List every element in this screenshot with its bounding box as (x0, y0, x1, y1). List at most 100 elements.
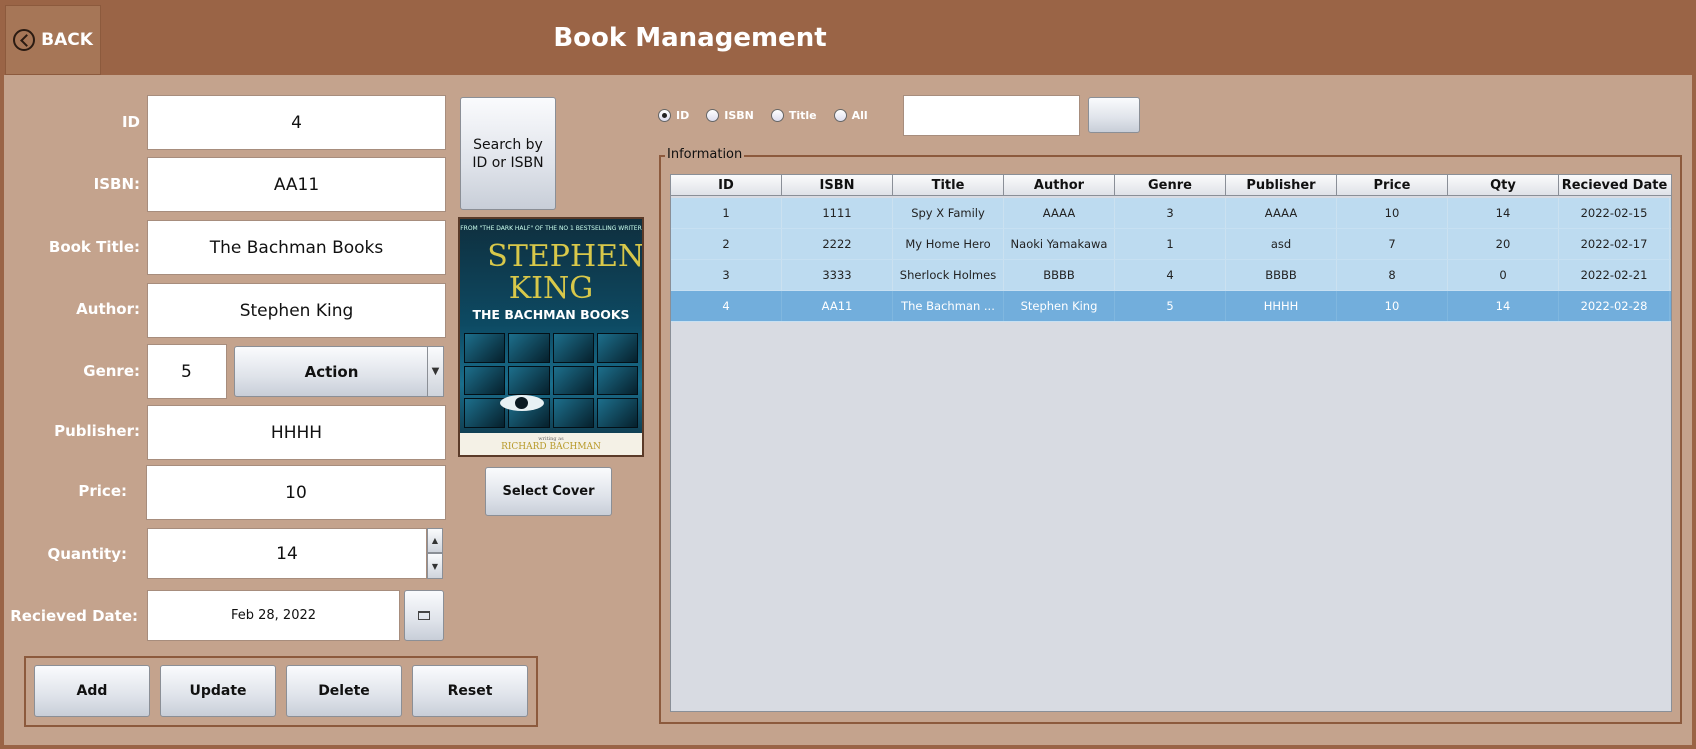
radio-unchecked-icon (833, 108, 847, 122)
column-header[interactable]: Qty (1448, 175, 1559, 195)
search-by-id-button[interactable]: Search by ID or ISBN (460, 97, 556, 210)
table-cell: 3 (1115, 198, 1226, 228)
table-cell: 2022-02-15 (1559, 198, 1670, 228)
price-label: Price: (78, 482, 127, 500)
search-button[interactable] (1088, 97, 1140, 133)
column-header[interactable]: ID (671, 175, 782, 195)
table-cell: Naoki Yamakawa (1004, 229, 1115, 259)
table-cell: My Home Hero (893, 229, 1004, 259)
table-cell: 3 (671, 260, 782, 290)
radio-label: All (851, 108, 868, 122)
publisher-label: Publisher: (54, 422, 140, 440)
quantity-up-icon[interactable]: ▲ (427, 528, 443, 553)
table-cell: 7 (1337, 229, 1448, 259)
publisher-input[interactable]: HHHH (147, 405, 446, 460)
table-cell: 1 (1115, 229, 1226, 259)
table-cell: AAAA (1004, 198, 1115, 228)
radio-id[interactable]: ID (658, 108, 690, 122)
search-input[interactable] (903, 95, 1080, 136)
information-legend: Information (665, 147, 745, 162)
column-header[interactable]: Price (1337, 175, 1448, 195)
table-cell: asd (1226, 229, 1337, 259)
column-header[interactable]: Recieved Date (1559, 175, 1670, 195)
reset-button[interactable]: Reset (412, 665, 528, 717)
genre-dropdown-arrow-icon[interactable]: ▼ (427, 346, 444, 397)
table-body: 1 1111 Spy X Family AAAA 3 AAAA 10 14 2022-02-15… (671, 198, 1671, 322)
table-cell: The Bachman ... (893, 291, 1004, 321)
table-cell: 8 (1337, 260, 1448, 290)
search-mode-radio-group: ID ISBN Title All (658, 107, 885, 123)
book-title-label: Book Title: (48, 238, 140, 256)
radio-unchecked-icon (706, 108, 720, 122)
table-cell: BBBB (1004, 260, 1115, 290)
delete-button[interactable]: Delete (286, 665, 402, 717)
add-button[interactable]: Add (34, 665, 150, 717)
table-cell: AAAA (1226, 198, 1337, 228)
books-table[interactable]: ID ISBN Title Author Genre Publisher Price Qty R… (670, 174, 1672, 712)
table-cell: 4 (671, 291, 782, 321)
cover-author: STEPHEN KING (487, 239, 644, 306)
table-cell: 2022-02-21 (1559, 260, 1670, 290)
quantity-down-icon[interactable]: ▼ (427, 553, 443, 579)
cover-eye (500, 395, 544, 411)
radio-label: Title (788, 108, 817, 122)
radio-unchecked-icon (770, 108, 784, 122)
table-row[interactable]: 2 2222 My Home Hero Naoki Yamakawa 1 asd 7 20 20… (671, 229, 1671, 260)
genre-dropdown[interactable]: Action (234, 346, 429, 397)
recieved-date-input[interactable]: Feb 28, 2022 (147, 590, 400, 641)
table-cell: 1 (671, 198, 782, 228)
table-cell: 5 (1115, 291, 1226, 321)
radio-title[interactable]: Title (770, 108, 817, 122)
table-cell: HHHH (1226, 291, 1337, 321)
book-title-input[interactable]: The Bachman Books (147, 220, 446, 275)
table-cell: 2 (671, 229, 782, 259)
book-cover-image: FROM "THE DARK HALF" OF THE NO 1 BESTSEL… (458, 217, 644, 457)
table-cell: 4 (1115, 260, 1226, 290)
table-cell: Stephen King (1004, 291, 1115, 321)
radio-all[interactable]: All (833, 108, 868, 122)
column-header[interactable]: ISBN (782, 175, 893, 195)
cover-pen-name: RICHARD BACHMAN (501, 442, 601, 452)
isbn-input[interactable]: AA11 (147, 157, 446, 212)
table-row[interactable]: 3 3333 Sherlock Holmes BBBB 4 BBBB 8 0 2022-02-2… (671, 260, 1671, 291)
genre-id-input[interactable]: 5 (147, 344, 227, 399)
radio-checked-icon (658, 108, 671, 122)
genre-label: Genre: (83, 362, 140, 380)
table-cell: BBBB (1226, 260, 1337, 290)
table-cell: 2222 (782, 229, 893, 259)
price-input[interactable]: 10 (146, 465, 446, 520)
id-label: ID (121, 113, 140, 131)
table-header: ID ISBN Title Author Genre Publisher Price Qty R… (671, 175, 1671, 196)
column-header[interactable]: Publisher (1226, 175, 1337, 195)
table-cell: 20 (1448, 229, 1559, 259)
id-input[interactable]: 4 (147, 95, 446, 150)
author-input[interactable]: Stephen King (147, 283, 446, 338)
author-label: Author: (76, 300, 140, 318)
table-cell: 10 (1337, 198, 1448, 228)
select-cover-button[interactable]: Select Cover (485, 467, 612, 516)
radio-label: ISBN (724, 108, 754, 122)
table-cell: AA11 (782, 291, 893, 321)
update-button[interactable]: Update (160, 665, 276, 717)
column-header[interactable]: Title (893, 175, 1004, 195)
table-cell: 2022-02-28 (1559, 291, 1670, 321)
table-cell: 3333 (782, 260, 893, 290)
table-cell: Sherlock Holmes (893, 260, 1004, 290)
recieved-date-label: Recieved Date: (10, 607, 138, 625)
table-cell: 10 (1337, 291, 1448, 321)
quantity-input[interactable]: 14 (147, 528, 427, 579)
table-cell: 14 (1448, 198, 1559, 228)
cover-title: THE BACHMAN BOOKS (472, 307, 630, 322)
table-cell: 0 (1448, 260, 1559, 290)
date-picker-button[interactable] (404, 590, 444, 641)
table-row[interactable]: 4 AA11 The Bachman ... Stephen King 5 HHHH 10 1… (671, 291, 1671, 322)
column-header[interactable]: Author (1004, 175, 1115, 195)
table-cell: Spy X Family (893, 198, 1004, 228)
radio-label: ID (676, 108, 690, 122)
cover-footer: writing as RICHARD BACHMAN (460, 433, 642, 455)
calendar-icon (418, 611, 430, 620)
radio-isbn[interactable]: ISBN (706, 108, 754, 122)
table-row[interactable]: 1 1111 Spy X Family AAAA 3 AAAA 10 14 2022-02-15 (671, 198, 1671, 229)
column-header[interactable]: Genre (1115, 175, 1226, 195)
cover-art (464, 333, 638, 428)
